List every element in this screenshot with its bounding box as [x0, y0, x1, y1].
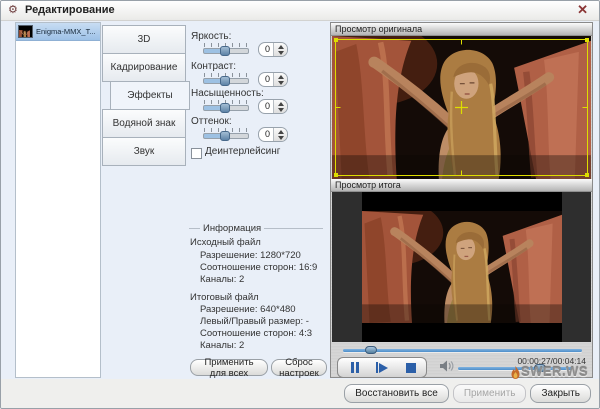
source-channels: Каналы: 2 — [200, 274, 244, 285]
pause-icon — [351, 362, 354, 373]
saturation-label: Насыщенность: — [191, 88, 264, 99]
result-video — [332, 192, 591, 342]
source-resolution: Разрешение: 1280*720 — [200, 250, 301, 261]
slider-thumb[interactable] — [220, 76, 230, 86]
output-resolution: Разрешение: 640*480 — [200, 304, 296, 315]
file-item-label: Enigma-MMX_T... — [36, 27, 96, 36]
spinner-arrows[interactable] — [273, 100, 287, 113]
output-file-title: Итоговый файл — [190, 292, 259, 303]
tab-sound[interactable]: Звук — [102, 137, 186, 166]
stop-icon — [406, 363, 416, 373]
apply-button[interactable]: Применить — [453, 384, 527, 403]
file-list-item[interactable]: Enigma-MMX_T... — [16, 23, 100, 41]
brightness-label: Яркость: — [191, 31, 231, 42]
hue-value: 0 — [259, 128, 273, 141]
source-file-title: Исходный файл — [190, 237, 261, 248]
tab-3d[interactable]: 3D — [102, 25, 186, 54]
source-aspect: Соотношение сторон: 16:9 — [200, 262, 317, 273]
saturation-spinner[interactable]: 0 — [258, 99, 288, 114]
result-preview-header: Просмотр итога — [331, 179, 592, 192]
tab-column: 3D Кадрирование Эффекты Водяной знак Зву… — [102, 26, 186, 166]
result-video-frame — [362, 211, 562, 323]
stop-button[interactable] — [398, 359, 424, 376]
play-icon — [379, 363, 388, 373]
video-thumbnail — [18, 25, 33, 38]
pause-button[interactable] — [340, 359, 366, 376]
brightness-value: 0 — [259, 43, 273, 56]
play-icon — [376, 362, 378, 373]
spinner-arrows[interactable] — [273, 128, 287, 141]
deinterlace-label: Деинтерлейсинг — [205, 146, 280, 157]
edit-dialog: ⚙ Редактирование ✕ Enigma-MMX_T... 3D Ка… — [0, 0, 600, 409]
contrast-label: Контраст: — [191, 61, 236, 72]
deinterlace-checkbox[interactable] — [191, 148, 202, 159]
hue-spinner[interactable]: 0 — [258, 127, 288, 142]
dialog-content: Enigma-MMX_T... 3D Кадрирование Эффекты … — [1, 21, 599, 379]
contrast-spinner[interactable]: 0 — [258, 72, 288, 87]
gear-icon: ⚙ — [8, 3, 18, 16]
spin-up-icon[interactable] — [278, 130, 284, 134]
hue-slider[interactable] — [203, 128, 249, 141]
brightness-slider[interactable] — [203, 43, 249, 56]
flame-icon — [511, 366, 520, 379]
seek-thumb[interactable] — [365, 346, 377, 354]
slider-thumb[interactable] — [220, 131, 230, 141]
spinner-arrows[interactable] — [273, 73, 287, 86]
close-button[interactable]: Закрыть — [530, 384, 591, 403]
spin-up-icon[interactable] — [278, 75, 284, 79]
spin-up-icon[interactable] — [278, 45, 284, 49]
crop-frame-overlay — [332, 36, 591, 179]
output-channels: Каналы: 2 — [200, 340, 244, 351]
reset-settings-button[interactable]: Сброс настроек — [271, 359, 327, 376]
play-button[interactable] — [369, 359, 395, 376]
spin-down-icon[interactable] — [278, 108, 284, 112]
speaker-icon[interactable] — [439, 359, 455, 373]
hue-label: Оттенок: — [191, 116, 232, 127]
window-title: Редактирование — [25, 4, 115, 16]
apply-all-button[interactable]: Применить для всех — [190, 359, 268, 376]
spin-down-icon[interactable] — [278, 51, 284, 55]
restore-all-button[interactable]: Восстановить все — [344, 384, 449, 403]
seek-slider[interactable] — [343, 349, 582, 352]
original-preview-header: Просмотр оригинала — [331, 23, 592, 36]
contrast-value: 0 — [259, 73, 273, 86]
tab-cropping[interactable]: Кадрирование — [102, 53, 186, 82]
spin-down-icon[interactable] — [278, 81, 284, 85]
contrast-slider[interactable] — [203, 73, 249, 86]
preview-panel: Просмотр оригинала Просмотр итога — [330, 22, 593, 378]
file-list[interactable]: Enigma-MMX_T... — [15, 22, 101, 378]
saturation-slider[interactable] — [203, 100, 249, 113]
bottom-bar: Восстановить все Применить Закрыть — [1, 379, 599, 408]
tab-watermark[interactable]: Водяной знак — [102, 109, 186, 138]
slider-thumb[interactable] — [220, 46, 230, 56]
output-aspect: Соотношение сторон: 4:3 — [200, 328, 312, 339]
info-group-title: Информация — [200, 223, 264, 234]
title-bar: ⚙ Редактирование ✕ — [1, 1, 599, 21]
spin-up-icon[interactable] — [278, 102, 284, 106]
playback-controls — [337, 357, 427, 378]
tab-effects[interactable]: Эффекты — [110, 81, 190, 110]
brightness-spinner[interactable]: 0 — [258, 42, 288, 57]
slider-thumb[interactable] — [220, 103, 230, 113]
result-43-frame — [362, 192, 562, 342]
original-video — [332, 36, 591, 179]
spinner-arrows[interactable] — [273, 43, 287, 56]
saturation-value: 0 — [259, 100, 273, 113]
close-icon[interactable]: ✕ — [577, 2, 588, 18]
watermark-text: SWER.WS — [521, 364, 588, 379]
output-lr-size: Левый/Правый размер: - — [200, 316, 309, 327]
spin-down-icon[interactable] — [278, 136, 284, 140]
watermark: SWER.WS — [511, 364, 588, 379]
